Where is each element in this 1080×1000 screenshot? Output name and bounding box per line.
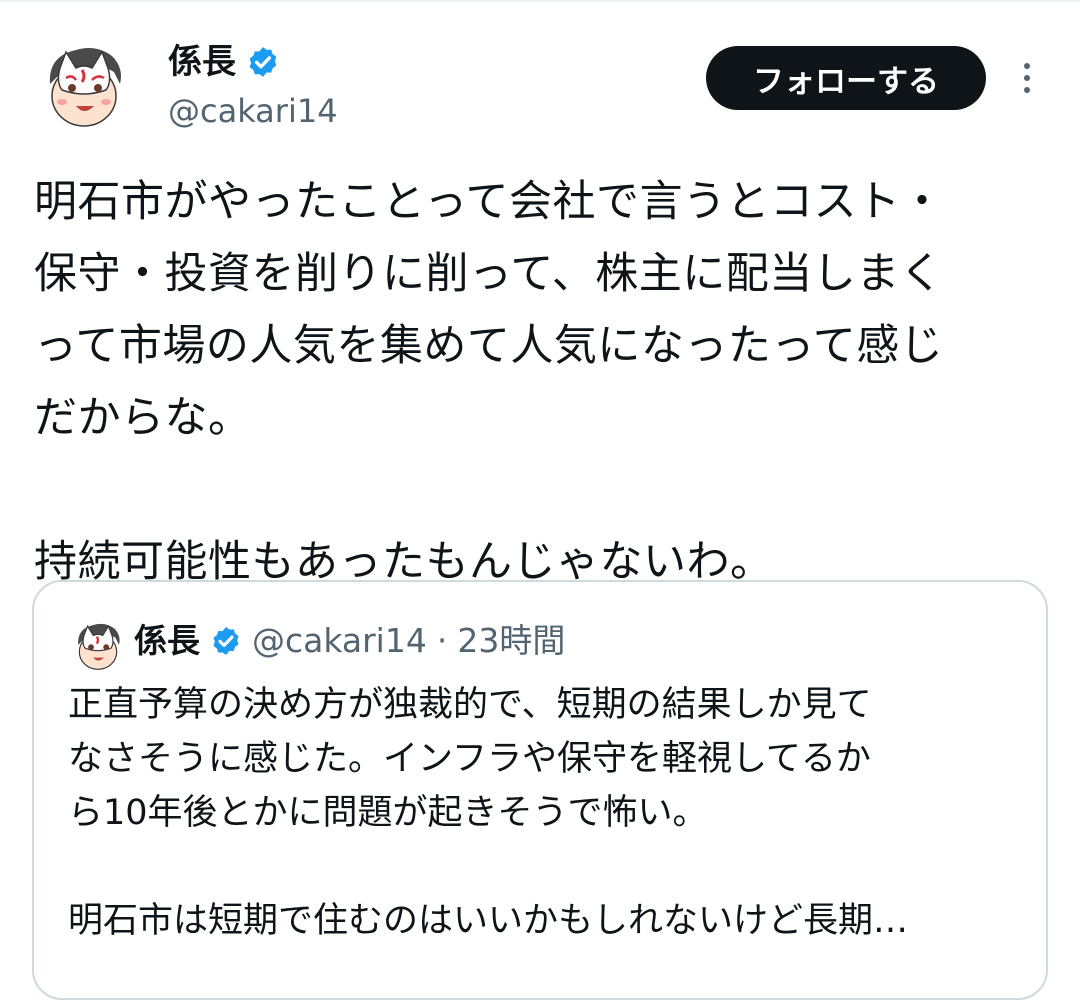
quoted-author-avatar (70, 618, 126, 674)
verified-badge-icon (213, 627, 239, 655)
quoted-tweet-time: 23時間 (457, 621, 566, 660)
tweet-text: 明石市がやったことって会社で言うとコスト・ 保守・投資を削りに削って、株主に配当… (34, 177, 945, 587)
top-divider (0, 0, 1080, 2)
more-vertical-icon[interactable] (1012, 58, 1042, 98)
quoted-author-name: 係長 (134, 621, 200, 660)
author-name-row[interactable]: 係長 (168, 40, 280, 84)
author-handle[interactable]: @cakari14 (168, 90, 338, 132)
author-name[interactable]: 係長 (168, 40, 236, 84)
verified-badge-icon (249, 47, 277, 77)
follow-button[interactable]: フォローする (706, 46, 986, 110)
author-avatar[interactable] (36, 38, 132, 134)
quoted-author-handle: @cakari14 (252, 621, 427, 660)
quoted-tweet-header: 係長 @cakari14 · 23時間 (134, 616, 565, 666)
quoted-tweet-card[interactable]: 係長 @cakari14 · 23時間 正直予算の決め方が独裁的で、短期の結果し… (32, 580, 1048, 1000)
meta-separator: · (436, 621, 448, 660)
quoted-tweet-text: 正直予算の決め方が独裁的で、短期の結果しか見て なさそうに感じた。インフラや保守… (68, 685, 909, 941)
